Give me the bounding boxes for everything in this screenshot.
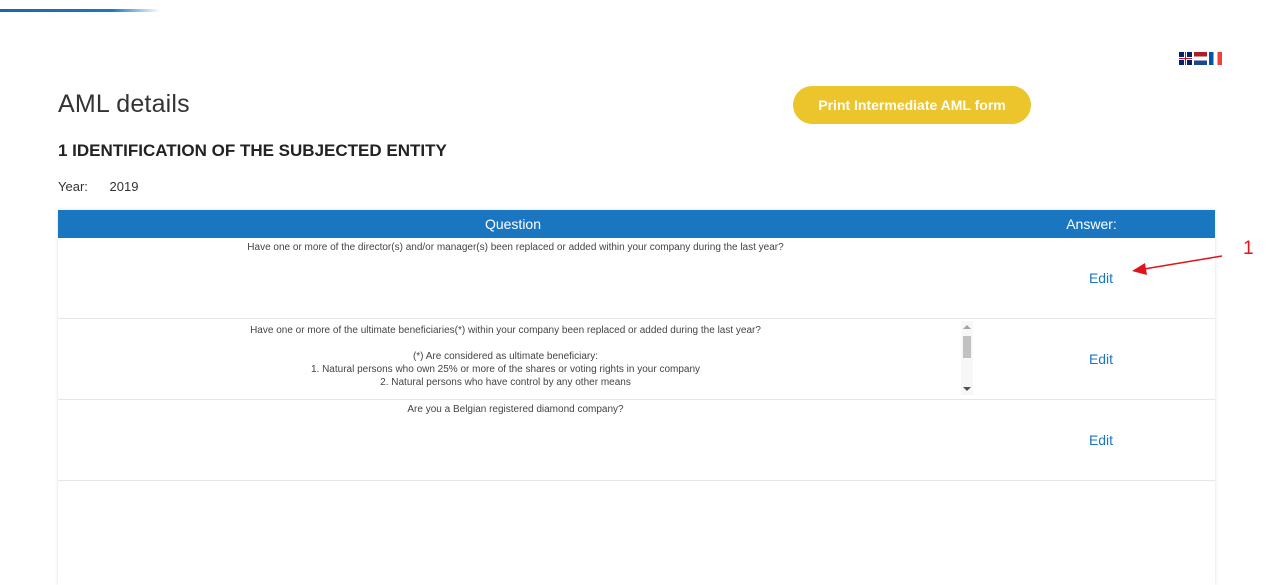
column-header-answer: Answer:: [1066, 216, 1117, 232]
question-cell: Have one or more of the director(s) and/…: [58, 238, 973, 318]
edit-link[interactable]: Edit: [1089, 432, 1113, 448]
aml-questions-table: Question Answer: Have one or more of the…: [58, 210, 1215, 585]
answer-cell: Edit: [973, 400, 1215, 480]
year-label: Year:: [58, 179, 88, 194]
question-text-blank: [58, 337, 953, 350]
annotation-number: 1: [1243, 238, 1254, 259]
year-row: Year: 2019: [58, 179, 138, 194]
question-text: 1. Natural persons who own 25% or more o…: [310, 364, 701, 375]
section-title: 1 IDENTIFICATION OF THE SUBJECTED ENTITY: [58, 141, 447, 160]
question-cell-scrollable[interactable]: Have one or more of the ultimate benefic…: [58, 319, 973, 399]
table-row: Are you a Belgian registered diamond com…: [58, 400, 1215, 481]
question-cell: Are you a Belgian registered diamond com…: [58, 400, 973, 480]
edit-link[interactable]: Edit: [1089, 351, 1113, 367]
page-title: AML details: [58, 90, 190, 118]
print-aml-form-button[interactable]: Print Intermediate AML form: [793, 86, 1031, 124]
uk-flag-icon[interactable]: [1179, 52, 1192, 65]
table-row: Have one or more of the ultimate benefic…: [58, 319, 1215, 400]
question-text: Have one or more of the director(s) and/…: [247, 242, 784, 253]
edit-link[interactable]: Edit: [1089, 270, 1113, 286]
question-text: Have one or more of the ultimate benefic…: [250, 325, 761, 336]
question-text: (*) Are considered as ultimate beneficia…: [412, 351, 599, 362]
question-text: Are you a Belgian registered diamond com…: [407, 404, 624, 415]
scroll-up-icon[interactable]: [963, 325, 971, 329]
column-header-question: Question: [484, 216, 542, 232]
language-switcher: [1179, 52, 1222, 65]
answer-cell: Edit: [973, 319, 1215, 399]
scroll-thumb[interactable]: [963, 336, 971, 358]
annotation-arrow-icon: [1132, 255, 1223, 275]
nl-flag-icon[interactable]: [1194, 52, 1207, 65]
scroll-down-icon[interactable]: [963, 387, 971, 391]
vertical-scrollbar[interactable]: [961, 321, 973, 395]
fr-flag-icon[interactable]: [1209, 52, 1222, 65]
table-row: Have one or more of the director(s) and/…: [58, 238, 1215, 319]
table-header: Question Answer:: [58, 210, 1215, 238]
question-text-block: Have one or more of the ultimate benefic…: [58, 324, 953, 399]
question-text: 2. Natural persons who have control by a…: [380, 377, 631, 388]
top-accent-bar: [0, 9, 160, 12]
year-value: 2019: [109, 179, 139, 194]
